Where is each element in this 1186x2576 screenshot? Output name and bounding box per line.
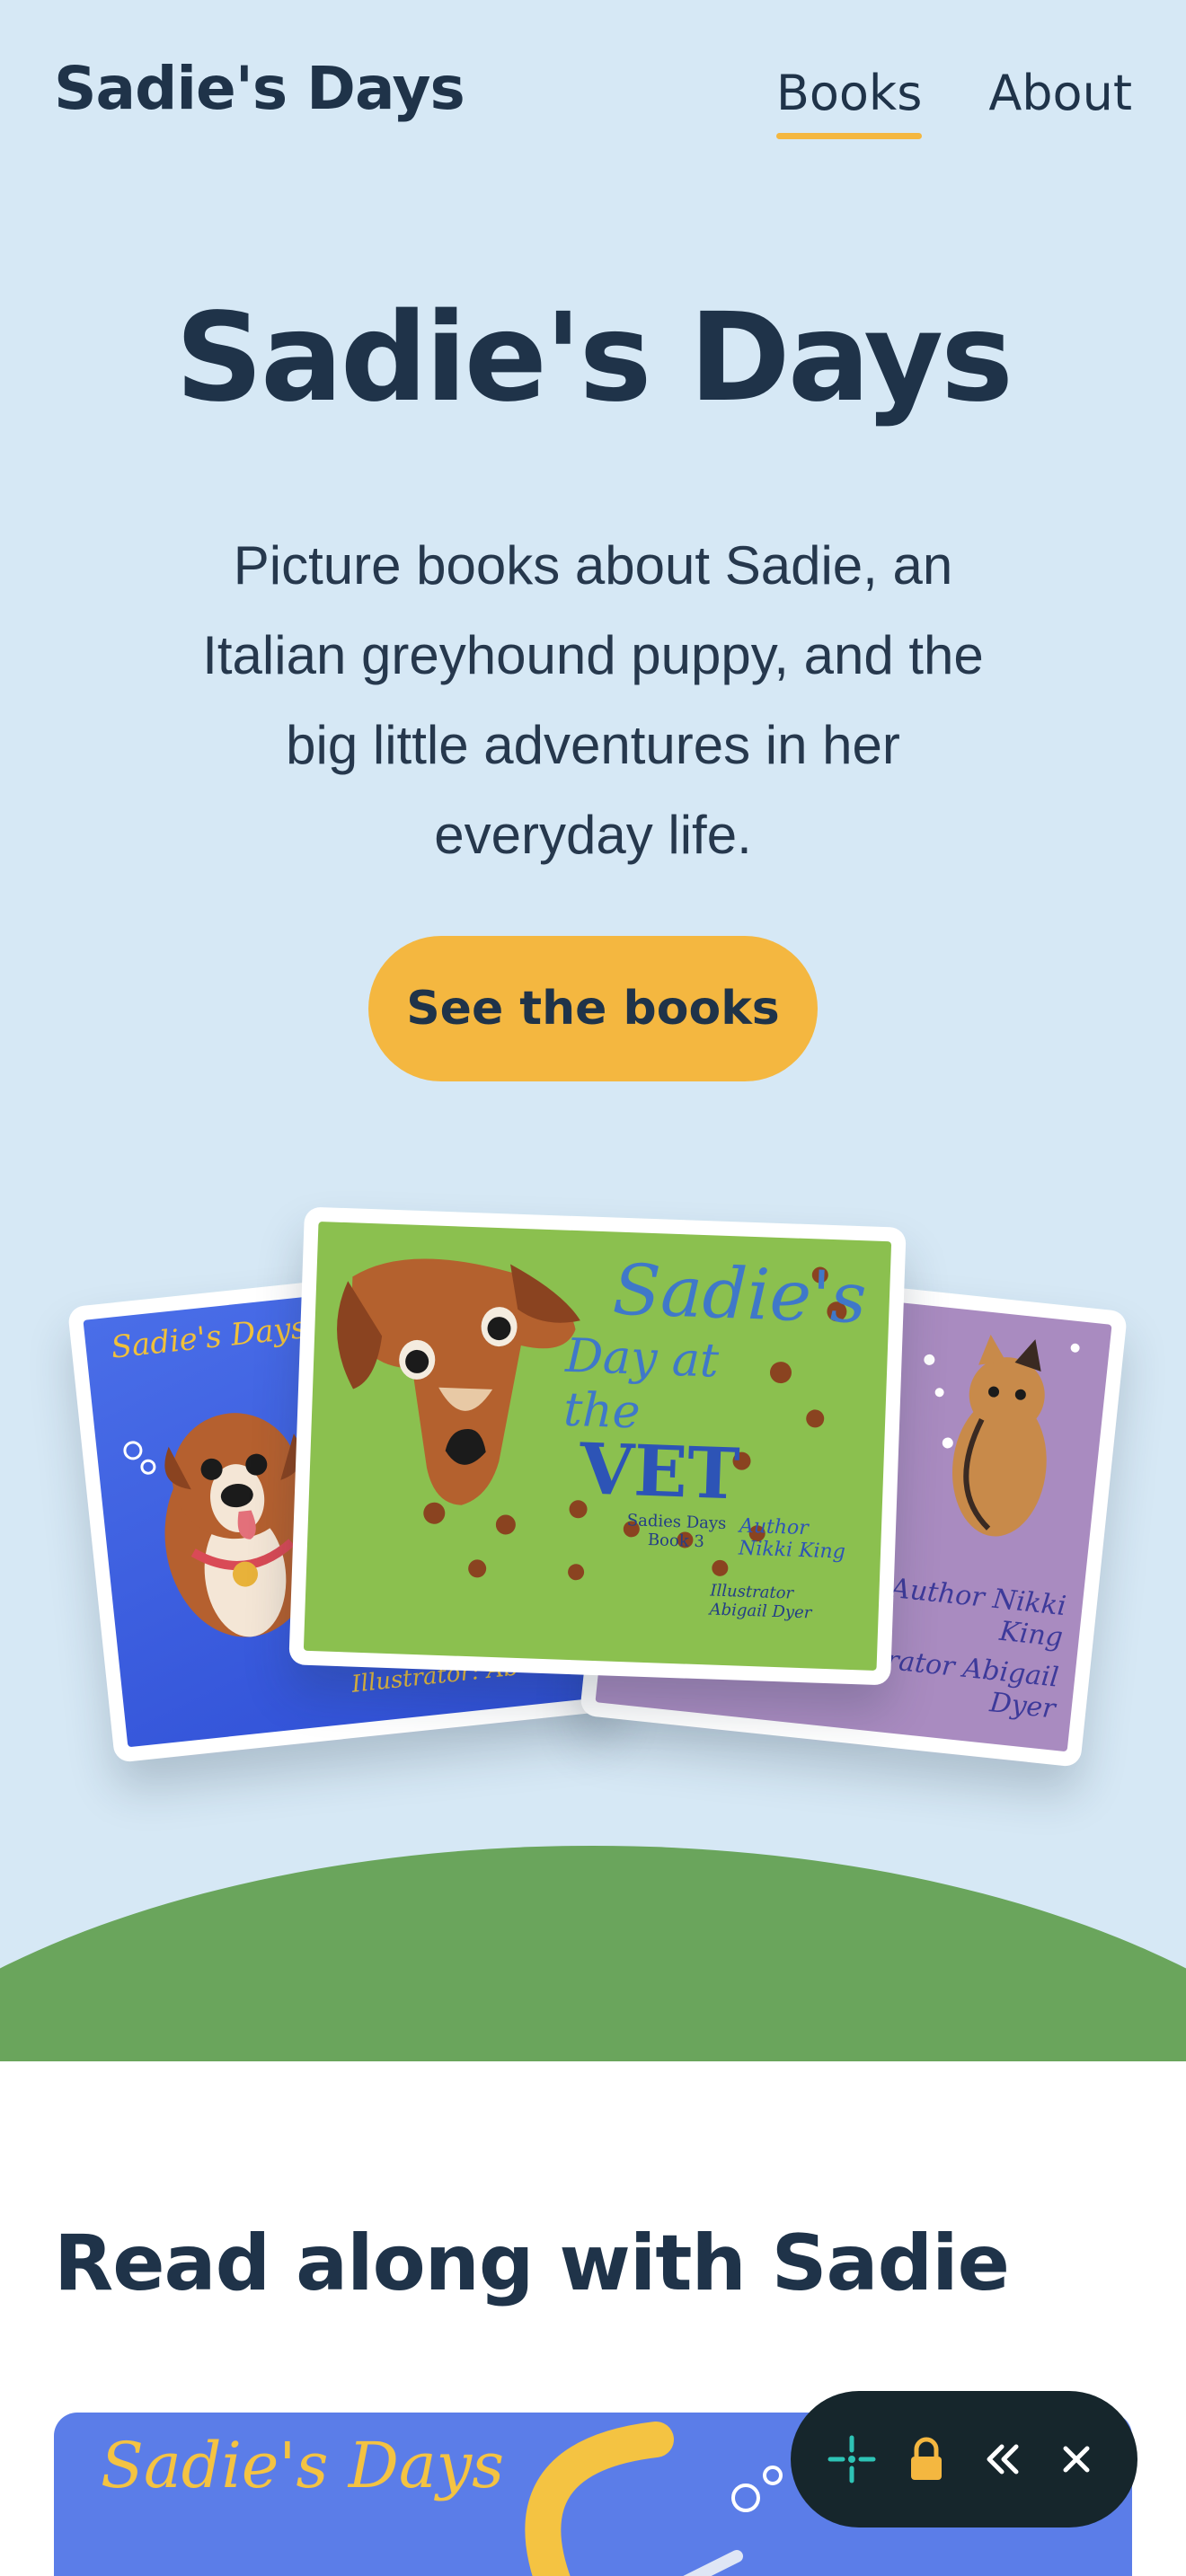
crosshair-icon[interactable] xyxy=(818,2425,886,2493)
read-along-title: Read along with Sadie xyxy=(54,2219,1010,2308)
nav-about-link[interactable]: About xyxy=(988,65,1132,139)
book-2-line2: Day at the xyxy=(562,1328,720,1440)
book-2-series: Sadies Days Book 3 xyxy=(626,1511,727,1552)
site-brand[interactable]: Sadie's Days xyxy=(54,54,465,123)
book-cover-2[interactable]: Sadie's Day at the VET Sadies Days Book … xyxy=(288,1206,907,1686)
floating-toolbar xyxy=(791,2391,1137,2527)
book-2-author: Author Nikki King xyxy=(738,1514,846,1564)
book-2-illustrator: Illustrator Abigail Dyer xyxy=(709,1581,812,1623)
nav-books-link[interactable]: Books xyxy=(775,65,922,139)
hero-subtitle: Picture books about Sadie, an Italian gr… xyxy=(202,535,984,865)
video-cover-title: Sadie's Days xyxy=(101,2429,505,2502)
green-hill xyxy=(0,1846,1186,2061)
see-books-button[interactable]: See the books xyxy=(368,936,818,1081)
book-2-title: Sadie's xyxy=(611,1249,868,1340)
hero-section: Sadie's Days Books About Sadie's Days Pi… xyxy=(0,0,1186,2061)
main-nav: Books About xyxy=(775,65,1132,139)
hero-title: Sadie's Days xyxy=(175,287,1013,429)
book-2-line3: VET xyxy=(578,1428,741,1516)
book-cover-2-art: Sadie's Day at the VET Sadies Days Book … xyxy=(303,1222,892,1671)
collapse-icon[interactable] xyxy=(968,2425,1036,2493)
close-icon[interactable] xyxy=(1042,2425,1111,2493)
lock-icon[interactable] xyxy=(892,2425,960,2493)
